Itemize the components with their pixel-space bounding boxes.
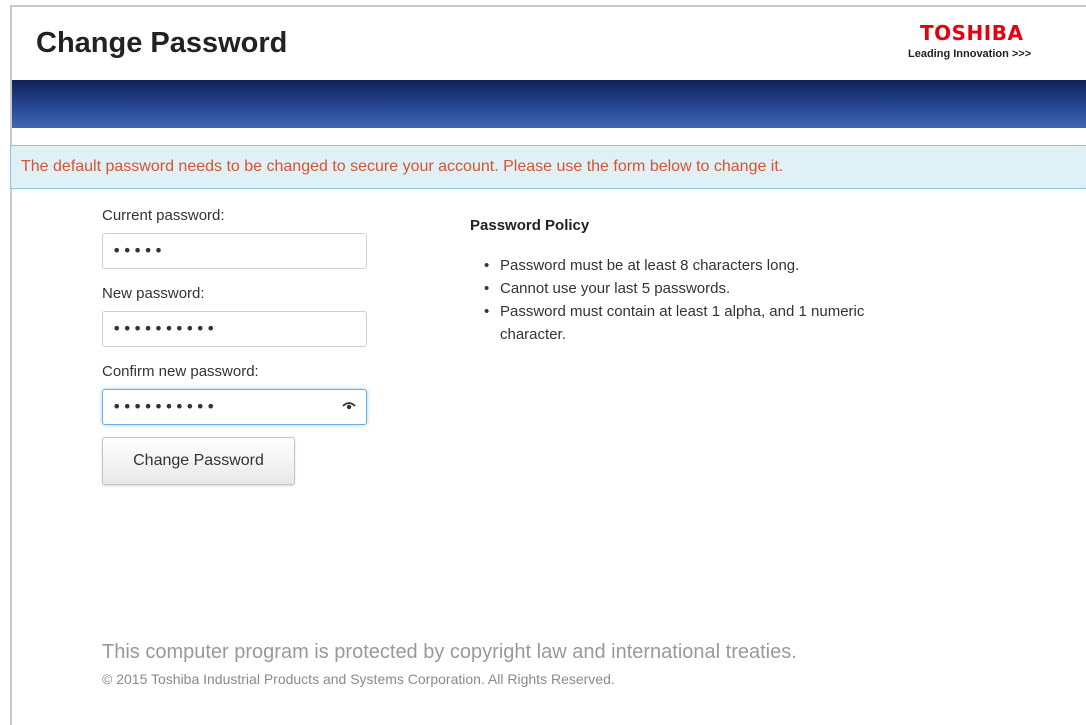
new-password-label: New password: [102, 285, 205, 302]
current-password-input[interactable]: ••••• [102, 233, 367, 269]
page-frame: Change Password TOSHIBA Leading Innovati… [10, 5, 1086, 725]
page-title: Change Password [36, 27, 288, 59]
current-password-label: Current password: [102, 207, 225, 224]
new-password-input[interactable]: •••••••••• [102, 311, 367, 347]
copyright-line: © 2015 Toshiba Industrial Products and S… [102, 671, 615, 687]
policy-title: Password Policy [470, 217, 590, 234]
confirm-password-label: Confirm new password: [102, 363, 259, 380]
policy-list: Password must be at least 8 characters l… [470, 254, 870, 346]
eye-icon[interactable] [342, 401, 356, 411]
policy-item: Password must be at least 8 characters l… [470, 254, 870, 277]
logo-tagline: Leading Innovation >>> [908, 48, 1032, 60]
logo-wordmark: TOSHIBA [920, 21, 1024, 45]
alert-banner: The default password needs to be changed… [10, 145, 1086, 189]
copyright-notice: This computer program is protected by co… [102, 641, 797, 663]
confirm-password-value: •••••••••• [112, 397, 217, 416]
header-bar [12, 80, 1086, 128]
change-password-button[interactable]: Change Password [102, 437, 295, 485]
policy-item: Cannot use your last 5 passwords. [470, 277, 870, 300]
policy-item: Password must contain at least 1 alpha, … [470, 300, 870, 346]
confirm-password-input[interactable]: •••••••••• [102, 389, 367, 425]
toshiba-logo: TOSHIBA Leading Innovation >>> [908, 21, 1058, 71]
